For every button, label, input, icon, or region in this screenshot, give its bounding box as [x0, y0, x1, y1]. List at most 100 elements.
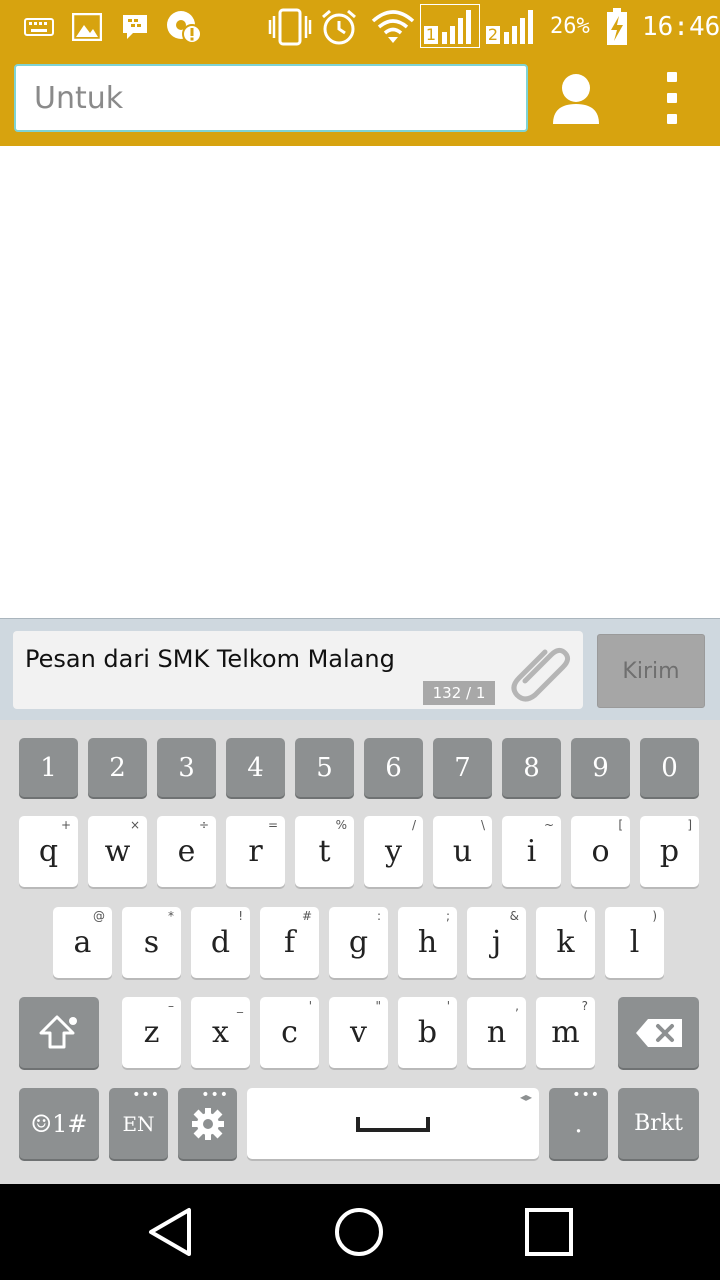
key-label: n — [486, 1015, 507, 1050]
key-2[interactable]: 2 — [88, 738, 147, 797]
key-secondary-label: ~ — [543, 818, 554, 832]
key-secondary-label: ! — [238, 909, 243, 923]
key-label: c — [281, 1015, 298, 1050]
key-p[interactable]: p] — [640, 816, 699, 887]
key-label: x — [212, 1015, 229, 1050]
more-dots: ••• — [132, 1087, 160, 1103]
language-key[interactable]: EN ••• — [109, 1087, 168, 1159]
key-a[interactable]: a @ — [53, 907, 112, 978]
key-label: d — [210, 925, 231, 960]
more-vert-icon[interactable] — [654, 72, 690, 124]
key-k[interactable]: k( — [536, 907, 595, 978]
paperclip-icon[interactable] — [507, 637, 573, 703]
key-e[interactable]: e ÷ — [157, 816, 216, 887]
settings-key[interactable]: ••• — [178, 1087, 237, 1159]
key-j[interactable]: j & — [467, 907, 526, 978]
key-label: o — [591, 834, 610, 869]
enter-key[interactable]: Brkt — [618, 1088, 699, 1159]
key-4[interactable]: 4 — [226, 738, 285, 797]
compose-bar: Pesan dari SMK Telkom Malang 132 / 1 Kir… — [0, 618, 720, 720]
key-label: 5 — [316, 752, 333, 783]
key-7[interactable]: 7 — [433, 738, 492, 797]
battery-percent: 26% — [550, 14, 590, 39]
key-i[interactable]: i ~ — [502, 816, 561, 887]
key-t[interactable]: t% — [295, 816, 354, 887]
message-text: Pesan dari SMK Telkom Malang — [25, 645, 395, 673]
key-label: 4 — [247, 752, 264, 783]
key-1[interactable]: 1 — [19, 738, 78, 797]
more-dots: ••• — [201, 1087, 229, 1103]
key-secondary-label: @ — [93, 909, 105, 923]
key-f[interactable]: f # — [260, 907, 319, 978]
backspace-icon — [635, 1018, 682, 1047]
backspace-key[interactable] — [618, 997, 699, 1068]
key-label: 3 — [178, 752, 195, 783]
key-l[interactable]: l) — [605, 907, 664, 978]
key-w[interactable]: w × — [88, 816, 147, 887]
key-q[interactable]: q + — [19, 816, 78, 887]
key-secondary-label: & — [509, 909, 519, 923]
shift-icon — [39, 1015, 77, 1048]
key-g[interactable]: g: — [329, 907, 388, 978]
cursor-arrows: ◂▸ — [519, 1090, 532, 1104]
key-z[interactable]: z – — [122, 997, 181, 1068]
key-0[interactable]: 0 — [640, 738, 699, 797]
home-icon[interactable] — [329, 1204, 389, 1260]
key-3[interactable]: 3 — [157, 738, 216, 797]
key-label: e — [177, 834, 196, 869]
key-label: t — [318, 834, 331, 869]
key-label: l — [629, 925, 640, 960]
key-u[interactable]: u \ — [433, 816, 492, 887]
period-key[interactable]: . ••• — [549, 1087, 608, 1159]
key-label: 6 — [385, 752, 402, 783]
recipient-bar — [0, 54, 720, 146]
recipient-input[interactable] — [14, 64, 528, 132]
key-label: 0 — [661, 752, 678, 783]
key-secondary-label: ( — [583, 909, 588, 923]
key-9[interactable]: 9 — [571, 738, 630, 797]
key-label: m — [551, 1015, 580, 1050]
key-n[interactable]: n, — [467, 997, 526, 1068]
key-label: a — [73, 925, 92, 960]
key-c[interactable]: c ' — [260, 997, 319, 1068]
key-s[interactable]: s * — [122, 907, 181, 978]
contact-button[interactable] — [550, 68, 602, 128]
key-6[interactable]: 6 — [364, 738, 423, 797]
key-label: i — [526, 834, 537, 869]
key-y[interactable]: y / — [364, 816, 423, 887]
key-8[interactable]: 8 — [502, 738, 561, 797]
key-o[interactable]: o[ — [571, 816, 630, 887]
back-icon[interactable] — [140, 1204, 200, 1260]
key-label: q — [38, 834, 59, 869]
key-label: f — [283, 925, 296, 960]
key-secondary-label: / — [411, 818, 416, 832]
key-b[interactable]: b ' — [398, 997, 457, 1068]
space-key[interactable]: ◂▸ — [247, 1088, 539, 1159]
send-button[interactable]: Kirim — [597, 634, 705, 708]
key-label: w — [104, 834, 131, 869]
key-label: h — [417, 925, 438, 960]
key-x[interactable]: x _ — [191, 997, 250, 1068]
key-label: p — [659, 834, 680, 869]
emoji-symbols-key[interactable]: ☺1# — [19, 1088, 99, 1159]
key-label: Brkt — [634, 1111, 683, 1136]
key-secondary-label: \ — [480, 818, 485, 832]
shift-key[interactable] — [19, 997, 99, 1068]
more-dots: ••• — [572, 1087, 600, 1103]
key-label: . — [574, 1108, 583, 1139]
key-label: v — [350, 1015, 367, 1050]
recents-icon[interactable] — [519, 1204, 579, 1260]
message-input[interactable]: Pesan dari SMK Telkom Malang 132 / 1 — [13, 631, 583, 709]
key-m[interactable]: m? — [536, 997, 595, 1068]
key-h[interactable]: h; — [398, 907, 457, 978]
key-r[interactable]: r = — [226, 816, 285, 887]
key-v[interactable]: v " — [329, 997, 388, 1068]
key-5[interactable]: 5 — [295, 738, 354, 797]
key-label: u — [452, 834, 473, 869]
clock: 16:46 — [642, 12, 720, 42]
key-d[interactable]: d! — [191, 907, 250, 978]
signal-sim1-icon: 1 — [420, 4, 480, 48]
key-label: z — [143, 1015, 160, 1050]
key-label: ☺1# — [30, 1109, 88, 1138]
key-label: y — [385, 834, 402, 869]
